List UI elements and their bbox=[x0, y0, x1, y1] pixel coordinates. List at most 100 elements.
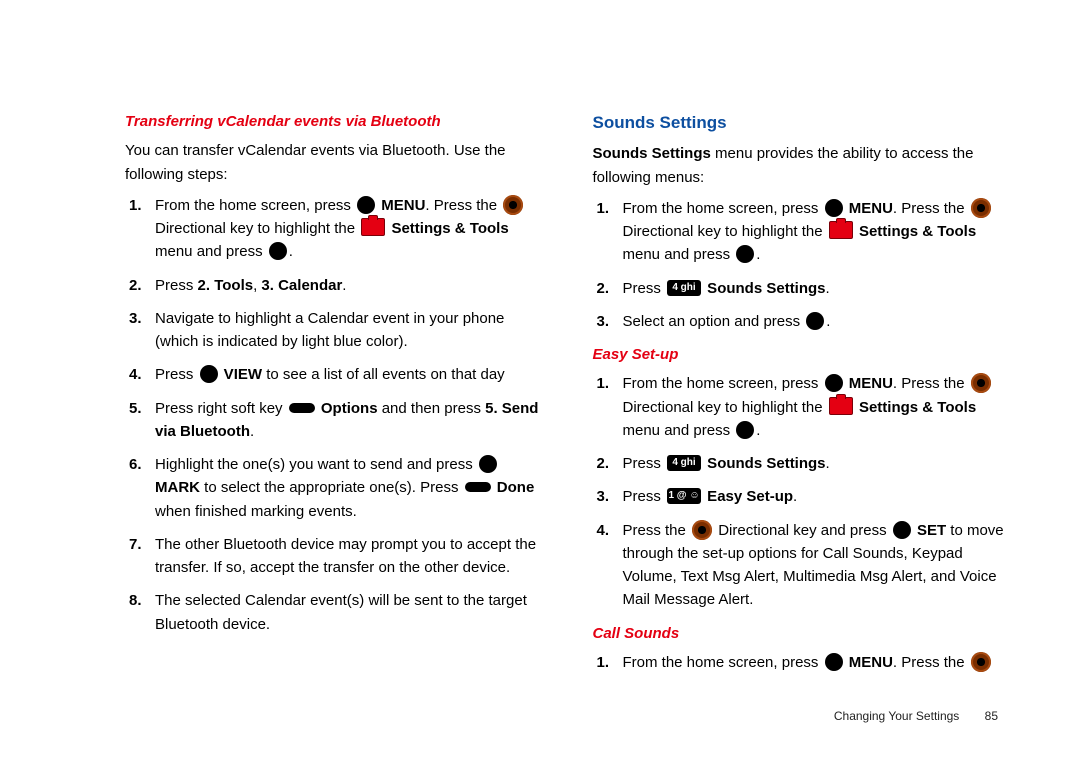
ok-key-icon bbox=[736, 421, 754, 439]
text: to see a list of all events on that day bbox=[262, 366, 505, 383]
intro-text: You can transfer vCalendar events via Bl… bbox=[125, 139, 543, 186]
step-4: Press the Directional key and press SET … bbox=[623, 519, 1011, 612]
steps-list: From the home screen, press MENU. Press … bbox=[593, 651, 1011, 674]
text: Directional key and press bbox=[714, 522, 891, 539]
intro-text: Sounds Settings menu provides the abilit… bbox=[593, 142, 1011, 189]
ok-key-icon bbox=[825, 653, 843, 671]
soft-key-icon bbox=[465, 482, 491, 492]
footer-section: Changing Your Settings bbox=[834, 709, 959, 723]
step-8: The selected Calendar event(s) will be s… bbox=[155, 589, 543, 636]
text: Press the bbox=[623, 522, 691, 539]
text: . bbox=[289, 243, 293, 260]
page-number: 85 bbox=[985, 709, 998, 723]
heading-transferring-vcalendar: Transferring vCalendar events via Blueto… bbox=[125, 110, 543, 133]
view-label: VIEW bbox=[220, 366, 263, 383]
text: . bbox=[756, 422, 760, 439]
bold: Sounds Settings bbox=[593, 145, 711, 162]
options-label: Options bbox=[317, 400, 378, 417]
ok-key-icon bbox=[736, 245, 754, 263]
settings-tools-label: Settings & Tools bbox=[855, 399, 976, 416]
steps-list: From the home screen, press MENU. Press … bbox=[593, 372, 1011, 611]
settings-tools-label: Settings & Tools bbox=[855, 223, 976, 240]
soft-key-icon bbox=[289, 403, 315, 413]
heading-call-sounds: Call Sounds bbox=[593, 622, 1011, 645]
step-1: From the home screen, press MENU. Press … bbox=[623, 651, 1011, 674]
manual-page: Transferring vCalendar events via Blueto… bbox=[0, 0, 1080, 771]
menu-label: MENU bbox=[845, 654, 893, 671]
text: Press bbox=[155, 277, 198, 294]
step-6: Highlight the one(s) you want to send an… bbox=[155, 453, 543, 523]
step-2: Press 4 ghi Sounds Settings. bbox=[623, 452, 1011, 475]
text: Directional key to highlight the bbox=[155, 220, 359, 237]
step-1: From the home screen, press MENU. Press … bbox=[623, 372, 1011, 442]
ok-key-icon bbox=[357, 196, 375, 214]
step-3: Select an option and press . bbox=[623, 310, 1011, 333]
steps-list: From the home screen, press MENU. Press … bbox=[593, 197, 1011, 333]
text: . bbox=[250, 423, 254, 440]
ok-key-icon bbox=[825, 199, 843, 217]
text: Directional key to highlight the bbox=[623, 223, 827, 240]
easy-set-up-label: Easy Set-up bbox=[703, 488, 793, 505]
text: . Press the bbox=[893, 654, 969, 671]
ok-key-icon bbox=[825, 374, 843, 392]
page-footer: Changing Your Settings 85 bbox=[834, 709, 998, 723]
step-2: Press 2. Tools, 3. Calendar. bbox=[155, 274, 543, 297]
heading-easy-set-up: Easy Set-up bbox=[593, 343, 1011, 366]
text: From the home screen, press bbox=[623, 375, 823, 392]
text: when finished marking events. bbox=[155, 503, 357, 520]
text: menu and press bbox=[155, 243, 267, 260]
done-label: Done bbox=[493, 479, 535, 496]
text: to select the appropriate one(s). Press bbox=[200, 479, 463, 496]
directional-key-icon bbox=[971, 198, 991, 218]
right-column: Sounds Settings Sounds Settings menu pro… bbox=[593, 110, 1011, 771]
text: . Press the bbox=[893, 200, 969, 217]
settings-tools-label: Settings & Tools bbox=[387, 220, 508, 237]
set-label: SET bbox=[913, 522, 946, 539]
directional-key-icon bbox=[692, 520, 712, 540]
bold: 2. Tools bbox=[198, 277, 254, 294]
key-1-icon: 1 @ ☺ bbox=[667, 488, 701, 504]
text: Press bbox=[155, 366, 198, 383]
text: and then press bbox=[378, 400, 486, 417]
sounds-settings-label: Sounds Settings bbox=[703, 280, 826, 297]
text: Directional key to highlight the bbox=[623, 399, 827, 416]
menu-label: MENU bbox=[845, 200, 893, 217]
text: . bbox=[826, 313, 830, 330]
sounds-settings-label: Sounds Settings bbox=[703, 455, 826, 472]
text: . Press the bbox=[425, 197, 501, 214]
text: . bbox=[793, 488, 797, 505]
settings-tools-icon bbox=[829, 221, 853, 239]
text: . Press the bbox=[893, 375, 969, 392]
text: . bbox=[826, 280, 830, 297]
settings-tools-icon bbox=[361, 218, 385, 236]
step-1: From the home screen, press MENU. Press … bbox=[623, 197, 1011, 267]
text: . bbox=[756, 246, 760, 263]
step-3: Press 1 @ ☺ Easy Set-up. bbox=[623, 485, 1011, 508]
key-4-icon: 4 ghi bbox=[667, 280, 701, 296]
left-column: Transferring vCalendar events via Blueto… bbox=[125, 110, 543, 771]
directional-key-icon bbox=[971, 652, 991, 672]
step-3: Navigate to highlight a Calendar event i… bbox=[155, 307, 543, 354]
text: Press bbox=[623, 488, 666, 505]
heading-sounds-settings: Sounds Settings bbox=[593, 110, 1011, 136]
ok-key-icon bbox=[806, 312, 824, 330]
text: Highlight the one(s) you want to send an… bbox=[155, 456, 477, 473]
menu-label: MENU bbox=[377, 197, 425, 214]
text: From the home screen, press bbox=[623, 654, 823, 671]
ok-key-icon bbox=[893, 521, 911, 539]
steps-list: From the home screen, press MENU. Press … bbox=[125, 194, 543, 636]
ok-key-icon bbox=[200, 365, 218, 383]
text: menu and press bbox=[623, 422, 735, 439]
text: . bbox=[342, 277, 346, 294]
step-5: Press right soft key Options and then pr… bbox=[155, 397, 543, 444]
text: Press bbox=[623, 280, 666, 297]
text: Select an option and press bbox=[623, 313, 805, 330]
step-1: From the home screen, press MENU. Press … bbox=[155, 194, 543, 264]
step-7: The other Bluetooth device may prompt yo… bbox=[155, 533, 543, 580]
directional-key-icon bbox=[503, 195, 523, 215]
text: Press bbox=[623, 455, 666, 472]
ok-key-icon bbox=[479, 455, 497, 473]
step-4: Press VIEW to see a list of all events o… bbox=[155, 363, 543, 386]
text: Press right soft key bbox=[155, 400, 287, 417]
menu-label: MENU bbox=[845, 375, 893, 392]
